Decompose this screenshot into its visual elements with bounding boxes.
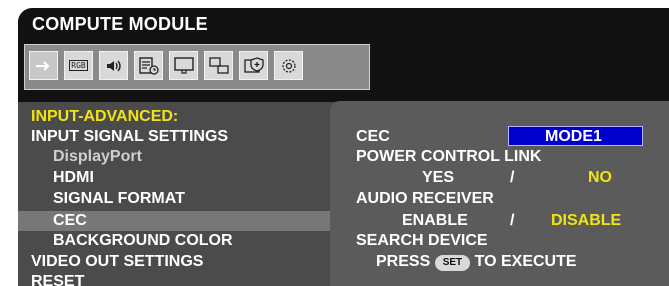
power-control-link-separator: / xyxy=(510,169,515,186)
menu-item-signal-format[interactable]: SIGNAL FORMAT xyxy=(53,190,185,208)
cec-value: MODE1 xyxy=(545,128,602,145)
menu-item-displayport[interactable]: DisplayPort xyxy=(53,148,142,166)
menu-item-video-out-settings[interactable]: VIDEO OUT SETTINGS xyxy=(31,253,203,271)
audio-receiver-separator: / xyxy=(510,212,515,229)
power-control-link-yes[interactable]: YES xyxy=(422,169,454,187)
rgb-picture-icon[interactable]: RGB xyxy=(64,51,93,80)
menu-item-reset[interactable]: RESET xyxy=(31,273,84,286)
schedule-list-icon[interactable] xyxy=(134,51,163,80)
osd-screen: COMPUTE MODULE RGB INPUT-ADVANCED: INPUT… xyxy=(0,0,669,286)
system-settings-icon[interactable] xyxy=(274,51,303,80)
input-arrow-icon[interactable] xyxy=(29,51,58,80)
menu-item-hdmi[interactable]: HDMI xyxy=(53,169,94,187)
section-title: INPUT-ADVANCED: xyxy=(31,108,179,125)
menu-item-background-color[interactable]: BACKGROUND COLOR xyxy=(53,232,233,250)
power-control-link-no[interactable]: NO xyxy=(588,169,612,187)
cec-label: CEC xyxy=(356,128,390,145)
cec-value-box[interactable]: MODE1 xyxy=(508,126,643,146)
menu-title: COMPUTE MODULE xyxy=(32,14,208,34)
menu-item-input-signal-settings[interactable]: INPUT SIGNAL SETTINGS xyxy=(31,128,228,146)
protect-shield-icon[interactable] xyxy=(239,51,268,80)
power-control-link-label: POWER CONTROL LINK xyxy=(356,148,542,165)
audio-speaker-icon[interactable] xyxy=(99,51,128,80)
search-device-instruction: PRESS SET TO EXECUTE xyxy=(376,253,577,271)
audio-receiver-disable[interactable]: DISABLE xyxy=(551,212,621,230)
multi-display-icon[interactable] xyxy=(204,51,233,80)
press-text: PRESS xyxy=(376,253,431,270)
audio-receiver-enable[interactable]: ENABLE xyxy=(402,212,468,230)
set-button[interactable]: SET xyxy=(434,255,471,271)
to-execute-text: TO EXECUTE xyxy=(474,253,577,270)
menu-item-cec[interactable]: CEC xyxy=(53,212,87,230)
osd-menu-frame: COMPUTE MODULE RGB INPUT-ADVANCED: INPUT… xyxy=(18,8,669,286)
display-monitor-icon[interactable] xyxy=(169,51,198,80)
icon-tab-bar: RGB xyxy=(24,44,370,90)
search-device-label: SEARCH DEVICE xyxy=(356,232,488,249)
audio-receiver-label: AUDIO RECEIVER xyxy=(356,190,494,207)
